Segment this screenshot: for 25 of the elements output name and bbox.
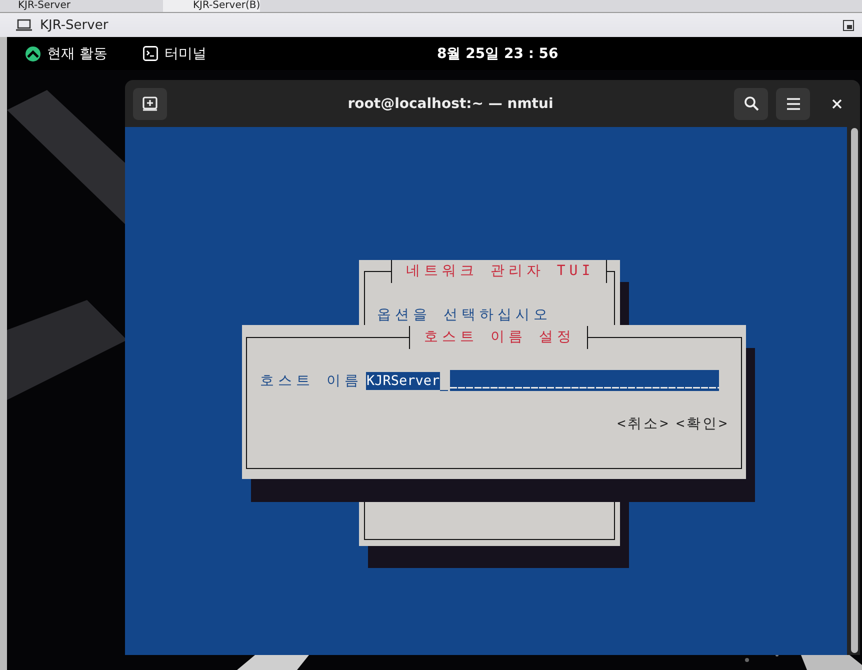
dialog-title: 네트워크 관리자 TUI [391, 260, 608, 283]
menu-button[interactable] [776, 88, 810, 120]
terminal-icon [143, 46, 158, 61]
logo-icon [25, 46, 41, 62]
new-tab-button[interactable] [133, 88, 167, 120]
app-menu[interactable]: 터미널 [143, 44, 206, 62]
input-field[interactable]: KJRServer [366, 372, 440, 390]
tui-button[interactable]: <확인> [676, 415, 729, 433]
window-title: root@localhost:~ — nmtui [346, 96, 554, 112]
close-icon [832, 98, 842, 108]
menu-icon [786, 98, 800, 110]
dialog-prompt: 옵션을 선택하십시오 [377, 306, 552, 324]
clock[interactable]: 8월 25일 23 : 56 [437, 44, 558, 62]
activities-button[interactable]: 현재 활동 [25, 44, 108, 62]
restore-icon[interactable] [843, 20, 854, 30]
search-button[interactable] [734, 88, 768, 120]
host-tab[interactable]: KJR-Server [0, 0, 163, 12]
laptop-icon [16, 19, 32, 31]
window-title: KJR-Server [40, 18, 108, 32]
tui-button[interactable]: <취소> [617, 415, 670, 433]
host-tab[interactable]: KJR-Server(B) [163, 0, 260, 12]
search-icon [744, 96, 758, 111]
field-label: 호스트 이름 [260, 372, 362, 390]
new-tab-icon [142, 96, 158, 112]
dialog-title: 호스트 이름 설정 [409, 326, 588, 349]
